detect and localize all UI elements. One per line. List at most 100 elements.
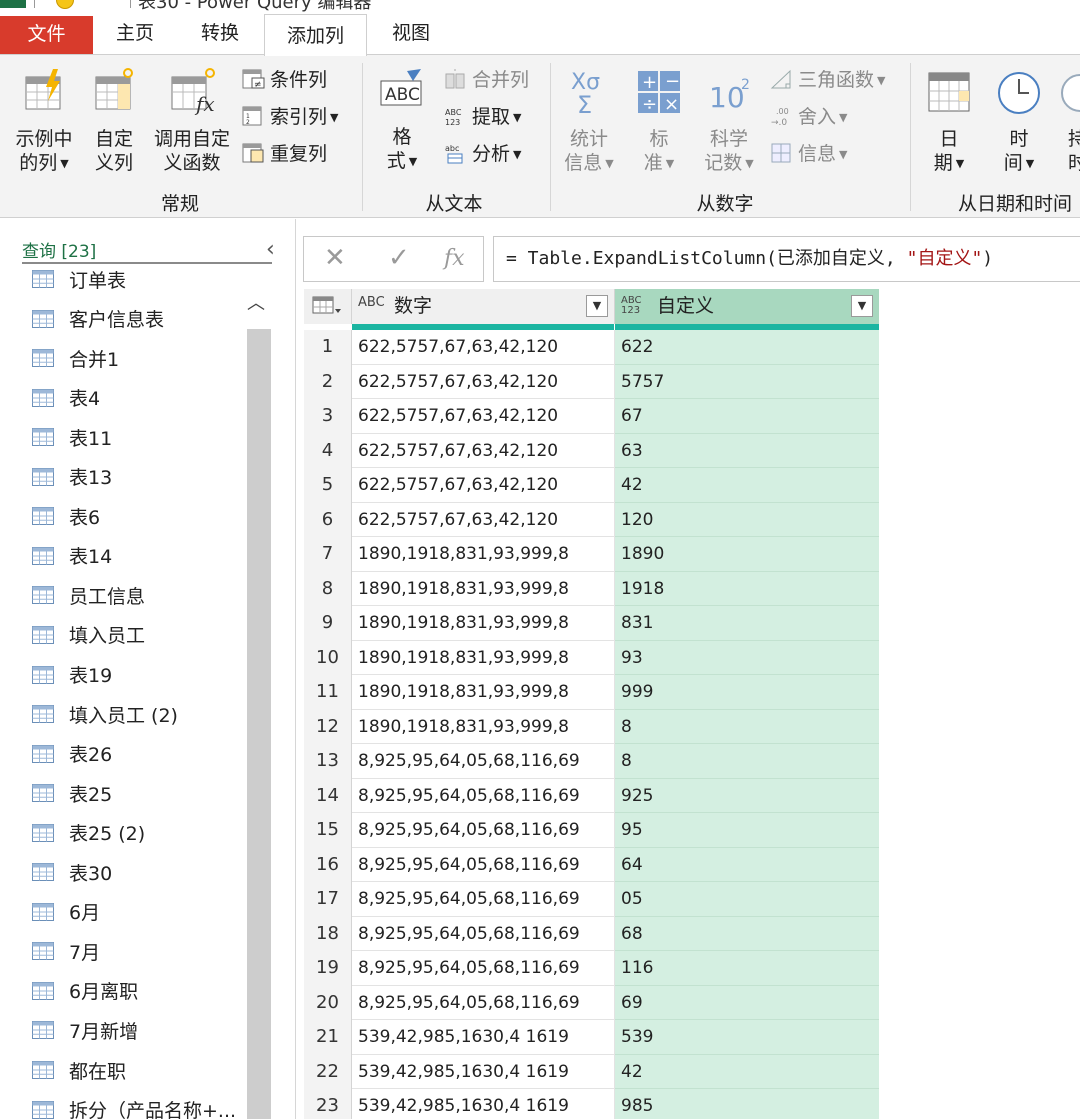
cell-number[interactable]: 622,5757,67,63,42,120	[352, 330, 615, 365]
table-row[interactable]: 10 1890,1918,831,93,999,8 93	[304, 640, 879, 675]
query-item[interactable]: 表13	[32, 462, 112, 492]
query-item[interactable]: 员工信息	[32, 580, 145, 610]
cancel-icon[interactable]: ✕	[324, 243, 346, 273]
cell-number[interactable]: 622,5757,67,63,42,120	[352, 468, 615, 503]
scroll-up-icon[interactable]: ︿	[247, 289, 265, 315]
cell-number[interactable]: 8,925,95,64,05,68,116,69	[352, 916, 615, 951]
row-number[interactable]: 11	[304, 675, 352, 710]
format-button[interactable]: ABC 格式 ▼	[374, 67, 430, 174]
cell-custom[interactable]: 42	[615, 468, 879, 503]
collapse-pane-icon[interactable]: ‹	[266, 239, 275, 261]
rounding-button[interactable]: .00 →.0 舍入 ▼	[770, 104, 847, 131]
row-number[interactable]: 22	[304, 1054, 352, 1089]
custom-column-button[interactable]: 自定 义列	[86, 67, 142, 175]
tab-view[interactable]: 视图	[376, 12, 446, 54]
filter-dropdown-icon[interactable]: ▼	[851, 295, 873, 317]
tab-file[interactable]: 文件	[0, 16, 93, 54]
cell-custom[interactable]: 622	[615, 330, 879, 365]
table-row[interactable]: 18 8,925,95,64,05,68,116,69 68	[304, 916, 879, 951]
row-number[interactable]: 12	[304, 709, 352, 744]
table-row[interactable]: 9 1890,1918,831,93,999,8 831	[304, 606, 879, 641]
cell-number[interactable]: 539,42,985,1630,4 1619	[352, 1020, 615, 1055]
cell-number[interactable]: 8,925,95,64,05,68,116,69	[352, 847, 615, 882]
any-type-icon[interactable]: ABC 123	[621, 296, 645, 316]
row-number[interactable]: 6	[304, 502, 352, 537]
trigonometry-button[interactable]: 三角函数 ▼	[770, 67, 885, 94]
cell-custom[interactable]: 95	[615, 813, 879, 848]
cell-number[interactable]: 539,42,985,1630,4 1619	[352, 1089, 615, 1119]
fx-icon[interactable]: fx	[444, 246, 465, 271]
scientific-button[interactable]: 10 2 科学 记数 ▼	[698, 67, 760, 176]
cell-custom[interactable]: 999	[615, 675, 879, 710]
cell-number[interactable]: 1890,1918,831,93,999,8	[352, 537, 615, 572]
column-from-examples-button[interactable]: 示例中 的列 ▼	[10, 67, 78, 176]
merge-columns-button[interactable]: 合并列	[444, 67, 529, 93]
invoke-custom-function-button[interactable]: fx 调用自定 义函数	[150, 67, 234, 175]
row-number[interactable]: 14	[304, 778, 352, 813]
row-number[interactable]: 2	[304, 364, 352, 399]
extract-button[interactable]: ABC 123 提取 ▼	[444, 104, 521, 131]
text-type-icon[interactable]: ABC	[358, 296, 385, 309]
number-info-button[interactable]: 信息 ▼	[770, 141, 847, 168]
row-number[interactable]: 17	[304, 882, 352, 917]
cell-number[interactable]: 8,925,95,64,05,68,116,69	[352, 985, 615, 1020]
cell-custom[interactable]: 64	[615, 847, 879, 882]
query-item[interactable]: 6月	[32, 897, 100, 927]
query-item[interactable]: 6月离职	[32, 976, 138, 1006]
cell-number[interactable]: 8,925,95,64,05,68,116,69	[352, 813, 615, 848]
row-number[interactable]: 1	[304, 330, 352, 365]
cell-custom[interactable]: 63	[615, 433, 879, 468]
row-number[interactable]: 20	[304, 985, 352, 1020]
cell-number[interactable]: 8,925,95,64,05,68,116,69	[352, 744, 615, 779]
query-item[interactable]: 7月新增	[32, 1015, 138, 1045]
table-row[interactable]: 12 1890,1918,831,93,999,8 8	[304, 709, 879, 744]
query-item[interactable]: 合并1	[32, 343, 119, 373]
table-row[interactable]: 16 8,925,95,64,05,68,116,69 64	[304, 847, 879, 882]
query-item[interactable]: 表26	[32, 739, 112, 769]
query-item[interactable]: 表25	[32, 778, 112, 808]
query-item[interactable]: 表19	[32, 660, 112, 690]
cell-number[interactable]: 539,42,985,1630,4 1619	[352, 1054, 615, 1089]
cell-custom[interactable]: 831	[615, 606, 879, 641]
tab-add-column[interactable]: 添加列	[264, 14, 367, 56]
cell-number[interactable]: 1890,1918,831,93,999,8	[352, 675, 615, 710]
row-number[interactable]: 5	[304, 468, 352, 503]
table-row[interactable]: 11 1890,1918,831,93,999,8 999	[304, 675, 879, 710]
table-row[interactable]: 6 622,5757,67,63,42,120 120	[304, 502, 879, 537]
query-item[interactable]: 表30	[32, 857, 112, 887]
table-row[interactable]: 8 1890,1918,831,93,999,8 1918	[304, 571, 879, 606]
tab-home[interactable]: 主页	[100, 12, 170, 54]
table-row[interactable]: 23 539,42,985,1630,4 1619 985	[304, 1089, 879, 1119]
row-number[interactable]: 8	[304, 571, 352, 606]
query-item[interactable]: 填入员工	[32, 620, 145, 650]
table-row[interactable]: 15 8,925,95,64,05,68,116,69 95	[304, 813, 879, 848]
table-row[interactable]: 14 8,925,95,64,05,68,116,69 925	[304, 778, 879, 813]
cell-number[interactable]: 622,5757,67,63,42,120	[352, 399, 615, 434]
formula-input[interactable]: = Table.ExpandListColumn(已添加自定义, "自定义")	[493, 236, 1080, 282]
cell-number[interactable]: 1890,1918,831,93,999,8	[352, 709, 615, 744]
cell-custom[interactable]: 8	[615, 744, 879, 779]
table-row[interactable]: 7 1890,1918,831,93,999,8 1890	[304, 537, 879, 572]
row-number[interactable]: 3	[304, 399, 352, 434]
cell-custom[interactable]: 8	[615, 709, 879, 744]
table-row[interactable]: 1 622,5757,67,63,42,120 622	[304, 330, 879, 365]
table-row[interactable]: 22 539,42,985,1630,4 1619 42	[304, 1054, 879, 1089]
row-number[interactable]: 23	[304, 1089, 352, 1119]
row-number[interactable]: 18	[304, 916, 352, 951]
cell-number[interactable]: 8,925,95,64,05,68,116,69	[352, 882, 615, 917]
cell-number[interactable]: 622,5757,67,63,42,120	[352, 502, 615, 537]
query-item[interactable]: 表6	[32, 501, 100, 531]
table-menu-button[interactable]	[304, 289, 352, 324]
smiley-feedback-icon[interactable]	[56, 0, 74, 9]
row-number[interactable]: 21	[304, 1020, 352, 1055]
standard-button[interactable]: + − ÷ × 标准 ▼	[632, 67, 686, 176]
table-row[interactable]: 19 8,925,95,64,05,68,116,69 116	[304, 951, 879, 986]
table-row[interactable]: 17 8,925,95,64,05,68,116,69 05	[304, 882, 879, 917]
statistics-button[interactable]: Xσ Σ 统计 信息 ▼	[560, 67, 618, 176]
scrollbar-thumb[interactable]	[247, 329, 271, 1119]
table-row[interactable]: 20 8,925,95,64,05,68,116,69 69	[304, 985, 879, 1020]
date-button[interactable]: 日期 ▼	[920, 67, 978, 176]
cell-custom[interactable]: 539	[615, 1020, 879, 1055]
query-item[interactable]: 表4	[32, 383, 100, 413]
parse-button[interactable]: abc 分析 ▼	[444, 141, 521, 168]
